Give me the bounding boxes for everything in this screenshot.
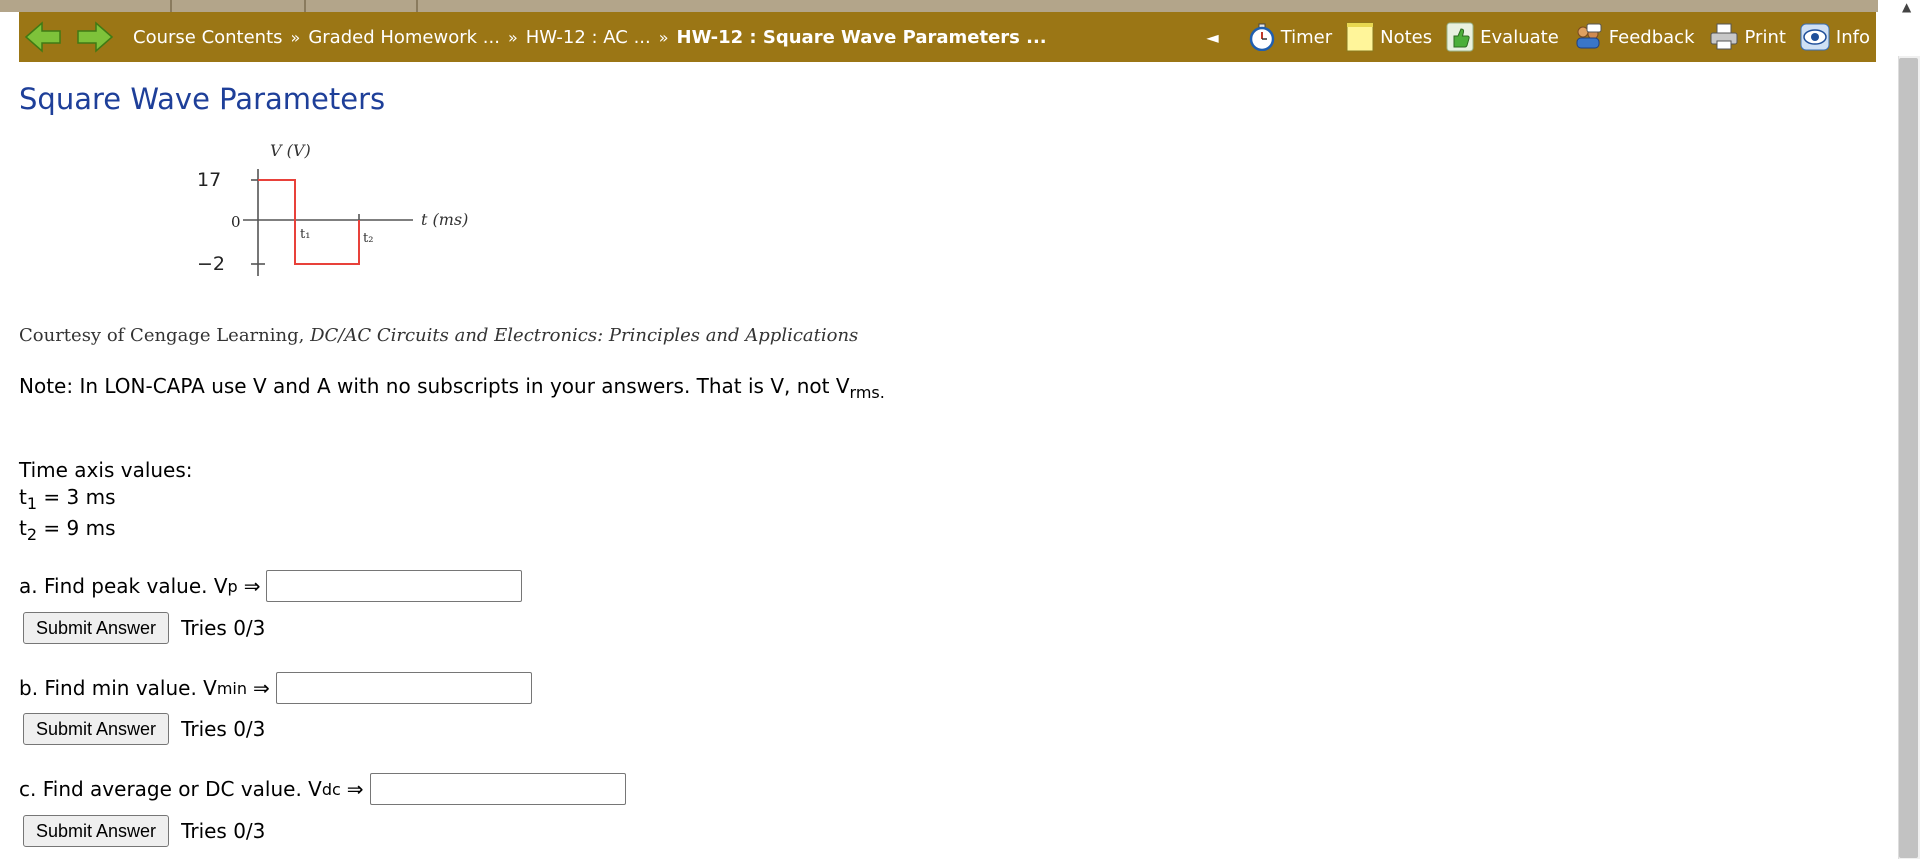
thumbs-up-icon — [1446, 22, 1474, 52]
t2-subscript: 2 — [26, 525, 38, 544]
tab-divider — [416, 0, 418, 12]
page-title: Square Wave Parameters — [19, 82, 386, 116]
top-tab-strip — [0, 0, 1878, 12]
breadcrumb-course-contents[interactable]: Course Contents — [133, 27, 283, 48]
note-text: Note: In LON-CAPA use V and A with no su… — [19, 374, 850, 398]
breadcrumb-hw12-ac[interactable]: HW-12 : AC ... — [526, 27, 651, 48]
evaluate-button[interactable]: Evaluate — [1446, 22, 1559, 52]
answer-a-input[interactable] — [266, 570, 523, 602]
submit-answer-c-button[interactable]: Submit Answer — [23, 815, 170, 847]
t2-value: t2 = 9 ms — [19, 516, 116, 544]
question-a-subscript: p — [227, 576, 238, 596]
tries-counter-a: Tries 0/3 — [181, 616, 266, 640]
question-b-text: b. Find min value. V — [19, 676, 217, 700]
credit-book-title: DC/AC Circuits and Electronics: Principl… — [310, 325, 859, 346]
answer-arrow: ⇒ — [346, 777, 364, 801]
tab-divider — [304, 0, 306, 12]
submit-answer-b-button[interactable]: Submit Answer — [23, 713, 170, 745]
notepad-icon — [1346, 22, 1374, 52]
feedback-icon — [1576, 23, 1602, 49]
breadcrumb-current: HW-12 : Square Wave Parameters ... — [676, 26, 1047, 48]
navigation-bar: Course Contents » Graded Homework ... » … — [19, 12, 1876, 62]
question-c-subscript: dc — [321, 779, 341, 799]
t1-label: t₁ — [300, 227, 310, 242]
info-button[interactable]: Info — [1800, 23, 1870, 51]
question-c: c. Find average or DC value. Vdc ⇒ — [19, 773, 626, 805]
tries-counter-c: Tries 0/3 — [181, 819, 266, 843]
t2-label: t₂ — [363, 231, 373, 246]
info-eye-icon — [1800, 23, 1830, 51]
question-b-submit-row: Submit Answer Tries 0/3 — [23, 713, 265, 745]
notes-label: Notes — [1380, 26, 1433, 48]
breadcrumb-graded-homework[interactable]: Graded Homework ... — [308, 27, 500, 48]
y-zero-label: 0 — [231, 213, 241, 231]
feedback-button[interactable]: Feedback — [1573, 22, 1695, 52]
note-subscript: rms. — [849, 383, 885, 402]
credit-prefix: Courtesy of Cengage Learning, — [19, 325, 311, 346]
scrollbar-thumb[interactable] — [1899, 58, 1918, 858]
image-credit: Courtesy of Cengage Learning, DC/AC Circ… — [19, 325, 858, 346]
info-label: Info — [1835, 26, 1870, 48]
t1-value: t1 = 3 ms — [19, 485, 116, 513]
print-button[interactable]: Print — [1709, 23, 1786, 51]
answer-b-input[interactable] — [275, 672, 532, 704]
forward-arrow-icon — [77, 21, 114, 53]
question-a-text: a. Find peak value. V — [19, 574, 228, 598]
square-wave-figure: V (V) 17 0 −2 t (ms) t₁ t₂ — [197, 142, 468, 276]
question-c-text: c. Find average or DC value. V — [19, 777, 322, 801]
breadcrumb-separator: » — [658, 27, 669, 47]
t2-symbol: t — [19, 516, 27, 540]
x-axis-label: t (ms) — [421, 210, 468, 229]
t2-amount: = 9 ms — [37, 516, 116, 540]
t1-subscript: 1 — [26, 494, 38, 513]
evaluate-label: Evaluate — [1480, 26, 1559, 48]
timer-button[interactable]: Timer — [1249, 23, 1332, 51]
answer-arrow: ⇒ — [243, 574, 261, 598]
units-note: Note: In LON-CAPA use V and A with no su… — [19, 374, 885, 402]
back-button[interactable] — [21, 17, 65, 57]
square-wave-line — [258, 179, 360, 265]
feedback-label: Feedback — [1608, 26, 1695, 48]
y-high-label: 17 — [197, 169, 221, 191]
answer-arrow: ⇒ — [253, 676, 270, 700]
back-arrow-icon — [24, 21, 61, 53]
t1-symbol: t — [19, 485, 27, 509]
stopwatch-icon — [1249, 23, 1274, 51]
question-a: a. Find peak value. Vp ⇒ — [19, 570, 523, 602]
question-c-submit-row: Submit Answer Tries 0/3 — [23, 815, 265, 847]
scroll-up-arrow-icon[interactable]: ▲ — [1902, 0, 1911, 14]
question-b: b. Find min value. Vmin ⇒ — [19, 672, 532, 704]
timer-label: Timer — [1280, 26, 1333, 48]
printer-icon — [1710, 23, 1738, 50]
print-label: Print — [1744, 26, 1786, 48]
notes-button[interactable]: Notes — [1346, 22, 1432, 52]
t1-amount: = 3 ms — [37, 485, 116, 509]
breadcrumb-separator: » — [290, 27, 301, 47]
question-b-subscript: min — [216, 678, 248, 698]
time-axis-heading: Time axis values: — [19, 458, 193, 482]
forward-button[interactable] — [73, 17, 117, 57]
tab-divider — [170, 0, 172, 12]
tries-counter-b: Tries 0/3 — [181, 717, 266, 741]
submit-answer-a-button[interactable]: Submit Answer — [23, 612, 170, 644]
answer-c-input[interactable] — [369, 773, 626, 805]
toolbar: ◄ Timer Notes Evaluate Feedback Print In… — [1206, 22, 1870, 52]
y-low-label: −2 — [197, 253, 225, 275]
breadcrumb-separator: » — [507, 27, 518, 47]
y-axis-label: V (V) — [270, 142, 311, 160]
breadcrumb: Course Contents » Graded Homework ... » … — [133, 27, 1047, 48]
collapse-toolbar-button[interactable]: ◄ — [1206, 28, 1218, 47]
question-a-submit-row: Submit Answer Tries 0/3 — [23, 612, 265, 644]
